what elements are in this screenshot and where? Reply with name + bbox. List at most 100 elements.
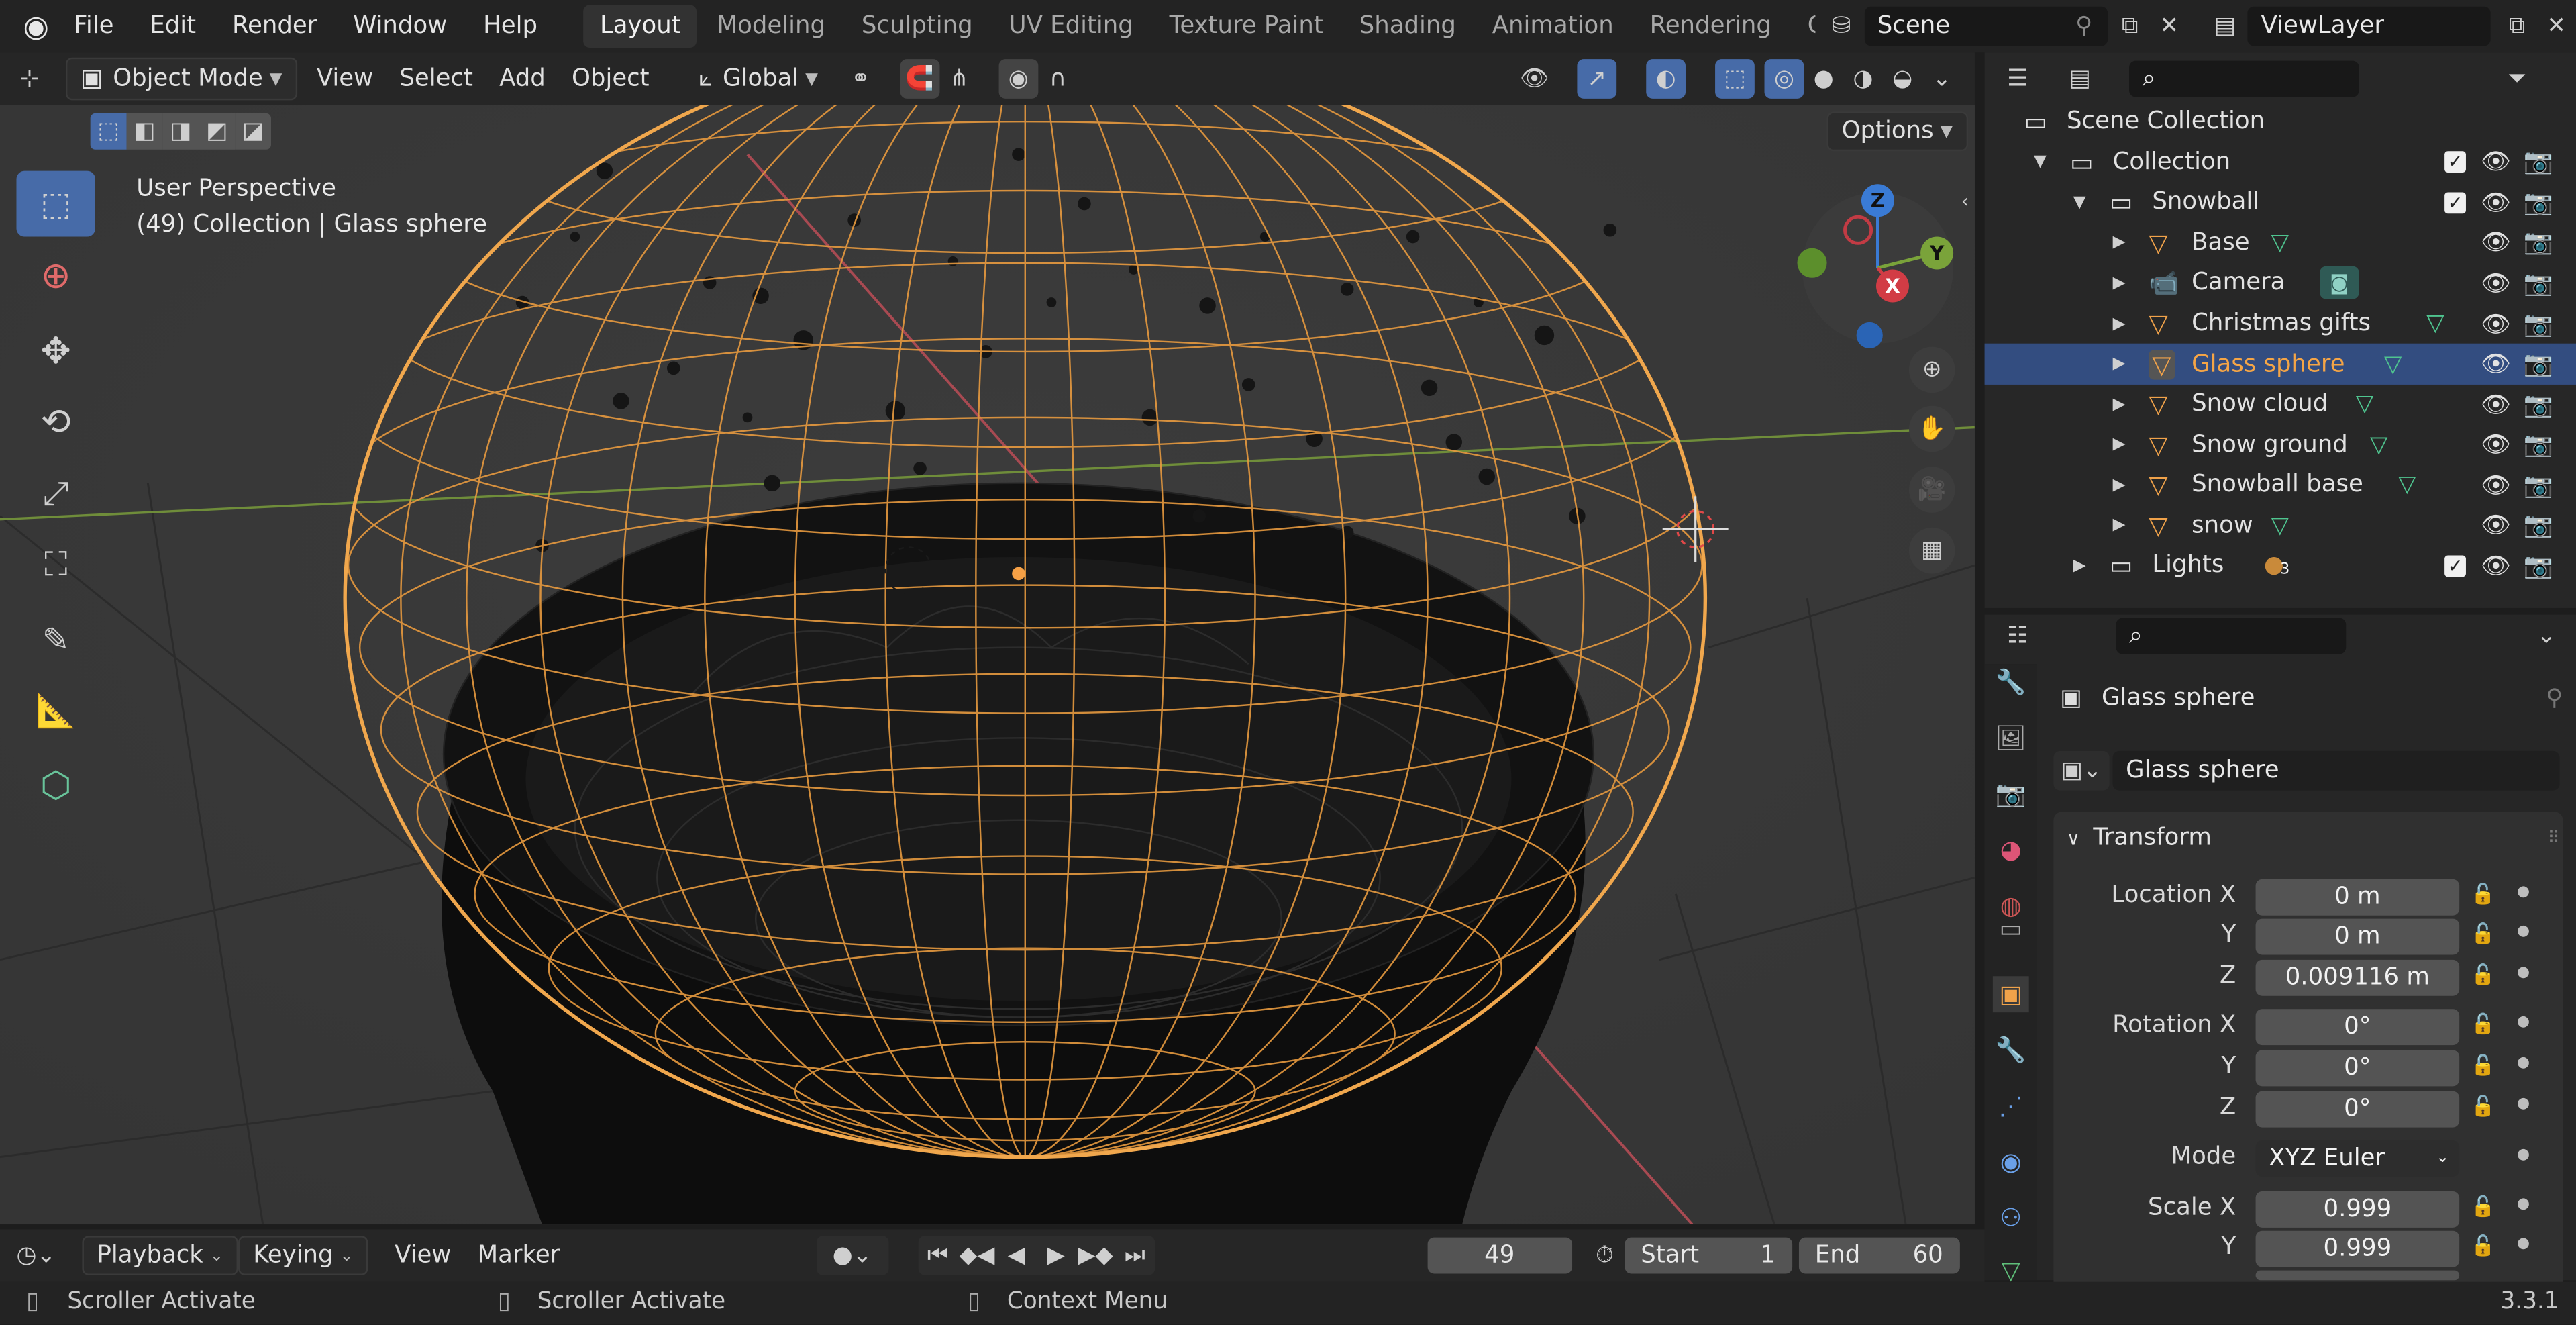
lock-icon[interactable]: 🔓 [2471,1012,2495,1035]
object-browse-icon[interactable]: ▣⌄ [2053,750,2110,791]
properties-editor-icon[interactable]: ☷ [1998,616,2037,656]
eye-icon[interactable]: 👁 [2481,269,2511,297]
gizmo-neg-z-handle[interactable] [1856,322,1883,349]
render-camera-icon[interactable]: 📷 [2524,148,2553,177]
render-camera-icon[interactable]: 📷 [2524,471,2553,499]
outliner-row-snowball-base[interactable]: ▶ ▽ Snowball base ▽ 👁 📷 [1985,465,2576,505]
render-camera-icon[interactable]: 📷 [2524,310,2553,338]
object-name-field[interactable]: Glass sphere [2112,750,2560,791]
pin-icon[interactable]: ⚲ [2546,685,2563,711]
new-view-layer-icon[interactable]: ⧉ [2497,7,2537,46]
rotation-z-field[interactable]: 0° [2255,1091,2460,1128]
add-cube-tool[interactable]: ⬡ [16,752,95,818]
keyframe-dot-icon[interactable]: ● [2517,1014,2530,1030]
playback-menu[interactable]: Playback ⌄ [82,1236,239,1275]
lock-icon[interactable]: 🔓 [2471,1234,2495,1257]
navigation-gizmo[interactable]: Z Y X [1788,177,1968,358]
exclude-checkbox[interactable]: ✓ [2444,555,2466,577]
rotate-tool[interactable]: ⟲ [16,389,95,455]
options-dropdown[interactable]: Options ▼ [1826,111,1968,152]
render-camera-icon[interactable]: 📷 [2524,229,2553,257]
blender-logo-icon[interactable]: ◉ [16,7,56,46]
menu-add[interactable]: Add [486,58,558,101]
eye-icon[interactable]: 👁 [2481,189,2511,217]
editor-type-icon[interactable]: ⊹ [10,59,50,99]
location-y-field[interactable]: 0 m [2255,918,2460,955]
exclude-checkbox[interactable]: ✓ [2444,192,2466,213]
outliner-editor-icon[interactable]: ☰ [1998,59,2037,99]
scale-tool[interactable]: ⤢ [16,460,95,526]
tab-sculpting[interactable]: Sculpting [845,5,989,48]
zoom-icon[interactable]: ⊕ [1908,346,1955,393]
tab-uv-editing[interactable]: UV Editing [992,5,1149,48]
disclosure-triangle-icon[interactable]: ▼ [2034,153,2047,171]
falloff-icon[interactable]: ∩ [1038,59,1078,99]
timeline-menu-view[interactable]: View [382,1234,464,1277]
current-frame-field[interactable]: 49 [1427,1237,1572,1274]
snap-icon[interactable]: 🧲 [900,59,940,99]
outliner-row-collection[interactable]: ▼ ▭ Collection ✓ 👁 📷 [1985,142,2576,183]
tab-animation[interactable]: Animation [1476,5,1630,48]
outliner-search-input[interactable]: ⌕ [2129,60,2359,97]
tab-modeling[interactable]: Modeling [701,5,841,48]
end-frame-field[interactable]: End 60 [1798,1237,1960,1274]
lock-icon[interactable]: 🔓 [2471,1195,2495,1218]
menu-select[interactable]: Select [387,58,486,101]
scale-z-field[interactable] [2255,1270,2460,1281]
disclosure-triangle-icon[interactable]: ▶ [2113,355,2126,373]
menu-window[interactable]: Window [335,0,465,52]
eye-icon[interactable]: 👁 [2481,511,2511,539]
disclosure-triangle-icon[interactable]: ▶ [2073,556,2086,575]
scale-y-field[interactable]: 0.999 [2255,1230,2460,1267]
render-camera-icon[interactable]: 📷 [2524,391,2553,418]
jump-end-icon[interactable]: ⏭ [1115,1236,1155,1275]
mesh-data-icon[interactable]: ▽ [2271,230,2289,256]
delete-scene-icon[interactable]: ✕ [2149,7,2189,46]
visibility-icon[interactable]: 👁 [1514,59,1554,99]
keyframe-dot-icon[interactable]: ● [2517,1236,2530,1252]
scene-tab-icon[interactable]: ◕ [1993,832,2029,868]
timeline-editor-icon[interactable]: ◷⌄ [16,1236,56,1275]
render-camera-icon[interactable]: 📷 [2524,189,2553,217]
outliner-row-scene-collection[interactable]: ▭ Scene Collection [1985,102,2576,142]
overlay-icon[interactable]: ◐ [1646,59,1686,99]
measure-tool[interactable]: 📐 [16,677,95,743]
eye-icon[interactable]: 👁 [2481,471,2511,499]
render-camera-icon[interactable]: 📷 [2524,350,2553,378]
location-x-field[interactable]: 0 m [2255,879,2460,916]
location-z-field[interactable]: 0.009116 m [2255,959,2460,996]
gizmo-icon[interactable]: ↗ [1577,59,1617,99]
menu-help[interactable]: Help [465,0,556,52]
material-shading-icon[interactable]: ◑ [1843,59,1883,99]
properties-options-icon[interactable]: ⌄ [2527,616,2567,656]
move-tool[interactable]: ✥ [16,319,95,385]
rotation-y-field[interactable]: 0° [2255,1050,2460,1087]
outliner-row-christmas-gifts[interactable]: ▶ ▽ Christmas gifts ▽ 👁 📷 [1985,303,2576,344]
display-mode-icon[interactable]: ▤ [2060,59,2100,99]
exclude-checkbox[interactable]: ✓ [2444,151,2466,173]
pin-icon[interactable]: ⚲ [2064,7,2104,46]
eye-icon[interactable]: 👁 [2481,310,2511,338]
disclosure-triangle-icon[interactable]: ▶ [2113,395,2126,413]
select-subtract-icon[interactable]: ◨ [162,113,199,150]
select-box-tool[interactable]: ⬚ [16,170,96,237]
eye-icon[interactable]: 👁 [2481,350,2511,378]
mesh-data-icon[interactable]: ▽ [2370,432,2387,458]
keyframe-dot-icon[interactable]: ● [2517,1055,2530,1071]
proportional-edit-icon[interactable]: ◉ [998,59,1039,99]
solid-shading-icon[interactable]: ● [1804,59,1843,99]
outliner-row-lights[interactable]: ▶ ▭ Lights ● 3 ✓ 👁 📷 [1985,546,2576,586]
properties-search-input[interactable]: ⌕ [2116,618,2347,654]
transform-tool[interactable]: ⛶ [16,531,95,597]
ortho-toggle-icon[interactable]: ▦ [1908,527,1955,574]
record-icon[interactable]: ●⌄ [816,1236,888,1275]
physics-tab-icon[interactable]: ◉ [1993,1144,2029,1180]
view-layer-tab-icon[interactable]: 📷 [1993,776,2029,812]
stopwatch-icon[interactable]: ⏱ [1585,1236,1625,1275]
render-camera-icon[interactable]: 📷 [2524,431,2553,458]
lock-icon[interactable]: 🔓 [2471,883,2495,905]
view-layer-name-field[interactable]: ViewLayer [2248,6,2491,46]
outliner-row-snow[interactable]: ▶ ▽ snow ▽ 👁 📷 [1985,505,2576,546]
camera-view-icon[interactable]: 🎥 [1908,467,1955,513]
keyframe-dot-icon[interactable]: ● [2517,924,2530,940]
